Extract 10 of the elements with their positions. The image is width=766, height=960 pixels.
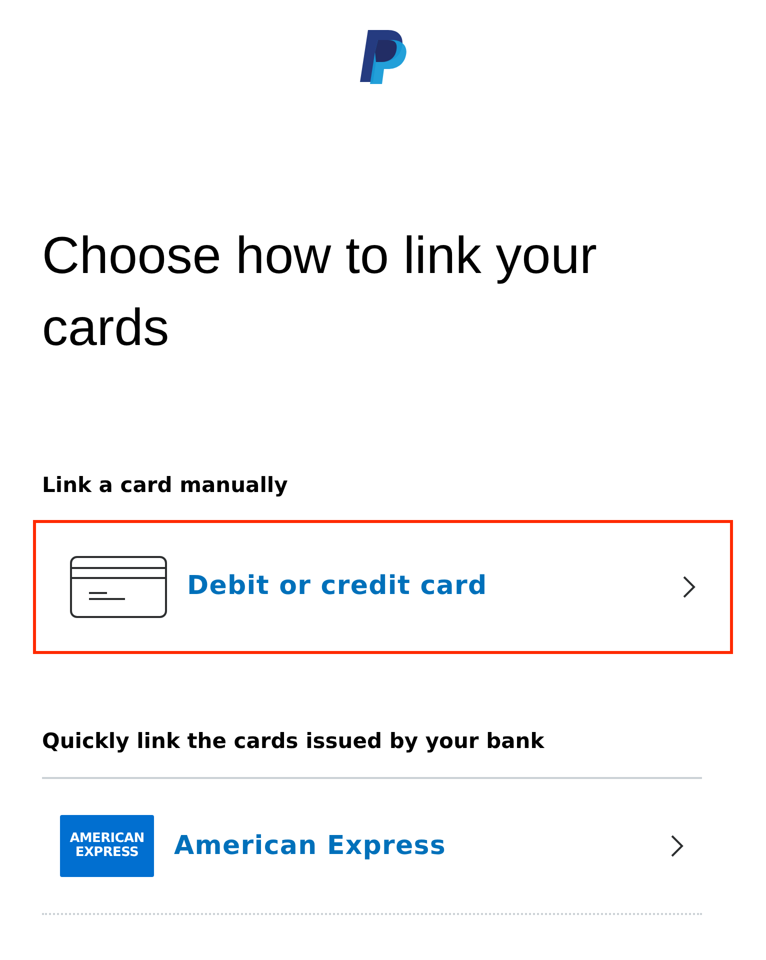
link-option[interactable]: AMERICAN EXPRESS American Express <box>23 779 721 913</box>
chevron-right-icon <box>682 574 696 598</box>
chevron-right-icon <box>670 834 684 858</box>
section-title: Quickly link the cards issued by your bank <box>42 728 546 754</box>
bank-logo: AMERICAN EXPRESS <box>60 815 154 877</box>
page-heading: Choose how to link your cards <box>42 226 598 359</box>
section-title: Link a card manually <box>42 472 289 499</box>
link-option[interactable]: Debit or credit card <box>33 520 733 654</box>
credit-card-icon <box>70 556 167 618</box>
logo-icon <box>358 28 408 86</box>
